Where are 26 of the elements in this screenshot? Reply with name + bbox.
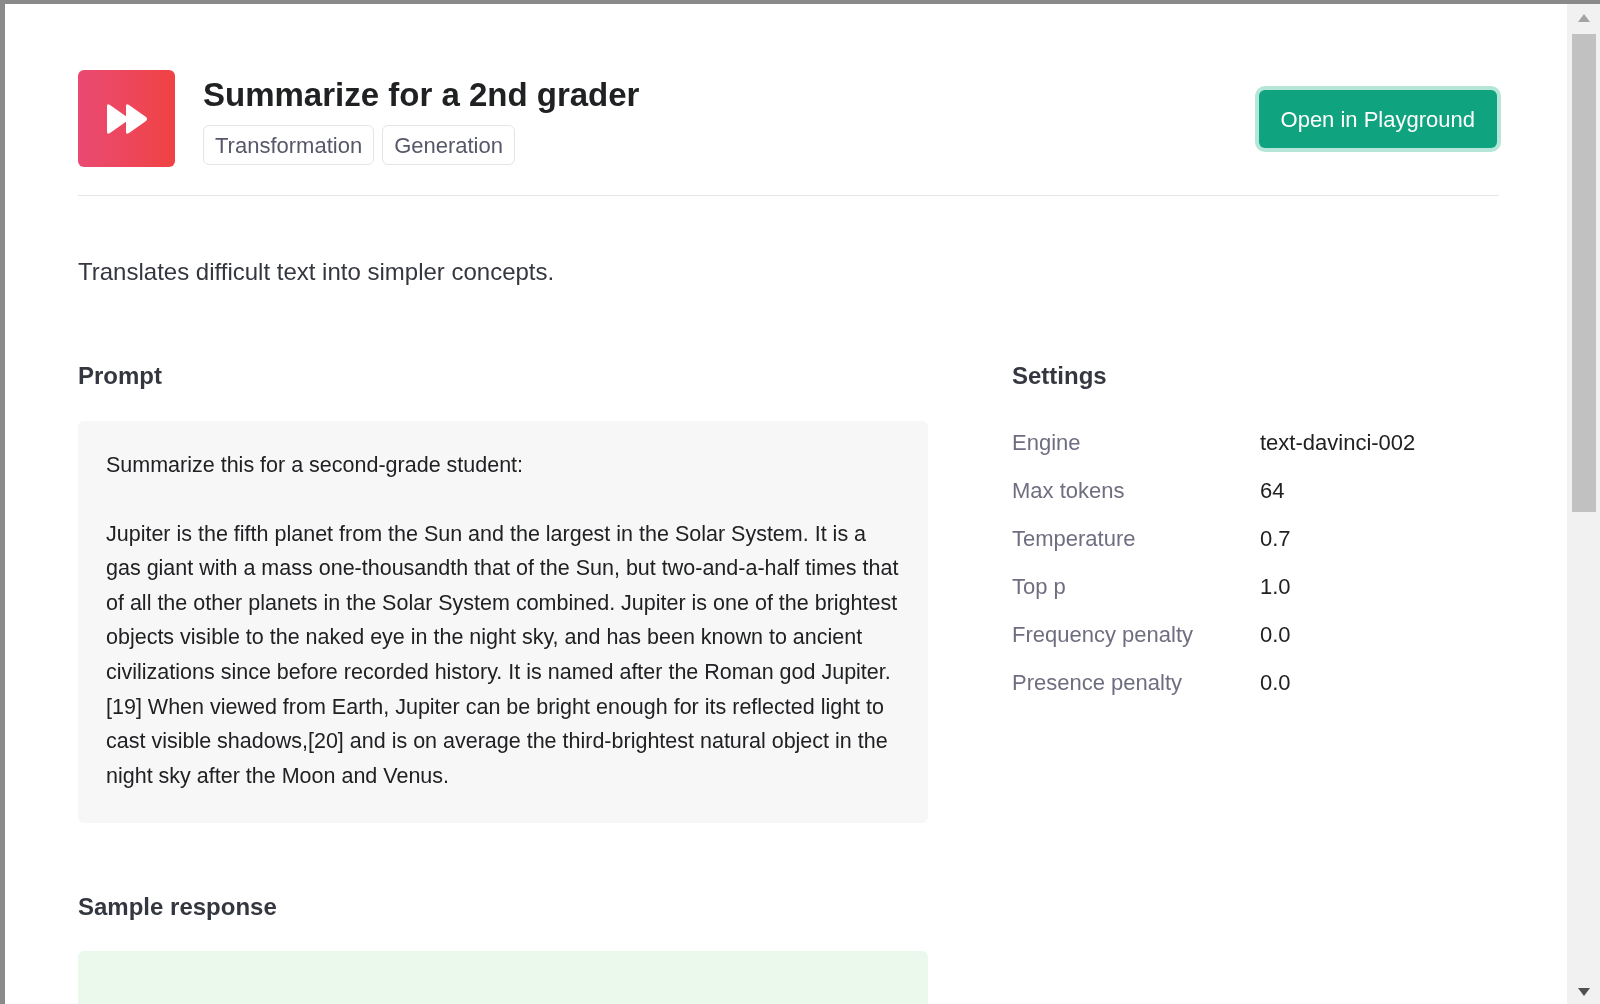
setting-value: 1.0	[1260, 573, 1291, 601]
description-text: Translates difficult text into simpler concepts.	[78, 257, 556, 287]
setting-label: Max tokens	[1012, 477, 1126, 505]
page-title: Summarize for a 2nd grader	[203, 75, 640, 115]
section-heading: Sample response	[78, 892, 278, 923]
setting-value: text-davinci-002	[1260, 429, 1416, 457]
setting-value: 64	[1260, 477, 1285, 505]
setting-label: Top p	[1012, 573, 1067, 601]
setting-label: Presence penalty	[1012, 669, 1183, 697]
section-heading: Prompt	[78, 361, 163, 391]
scroll-down-icon[interactable]	[1577, 988, 1590, 996]
tag: Transformation	[203, 125, 375, 165]
setting-label: Engine	[1012, 429, 1082, 457]
prompt-paragraph: Summarize this for a second-grade student:	[106, 452, 525, 479]
scrollbar-thumb[interactable]	[1571, 34, 1596, 512]
prompt-paragraph: Jupiter is the fifth planet from the Sun and the largest in the Solar System. It is a gas giant with a mass one-thousandth that of the Sun, but two-and-a-half times that of all the other planets in the Solar System combined. Jupiter is one of the brightest objects visible to the naked eye in the night sky, and has been known to ancient civilizations since before recorded history. It is named after the Roman god Jupiter.[19] When viewed from Earth, Jupiter can be bright enough for its reflected light to cast visible shadows,[20] and is on average the third-brightest natural object in the night sky after the Moon and Venus.	[106, 520, 900, 790]
setting-label: Frequency penalty	[1012, 621, 1194, 649]
section-heading: Settings	[1012, 361, 1108, 391]
setting-value: 0.0	[1260, 621, 1291, 649]
scrollbar[interactable]	[1567, 4, 1600, 1004]
fast-forward-icon	[104, 102, 149, 135]
tag: Generation	[382, 125, 515, 165]
setting-value: 0.7	[1260, 525, 1291, 553]
setting-value: 0.0	[1260, 669, 1291, 697]
setting-label: Temperature	[1012, 525, 1137, 553]
scroll-up-icon[interactable]	[1577, 14, 1590, 22]
